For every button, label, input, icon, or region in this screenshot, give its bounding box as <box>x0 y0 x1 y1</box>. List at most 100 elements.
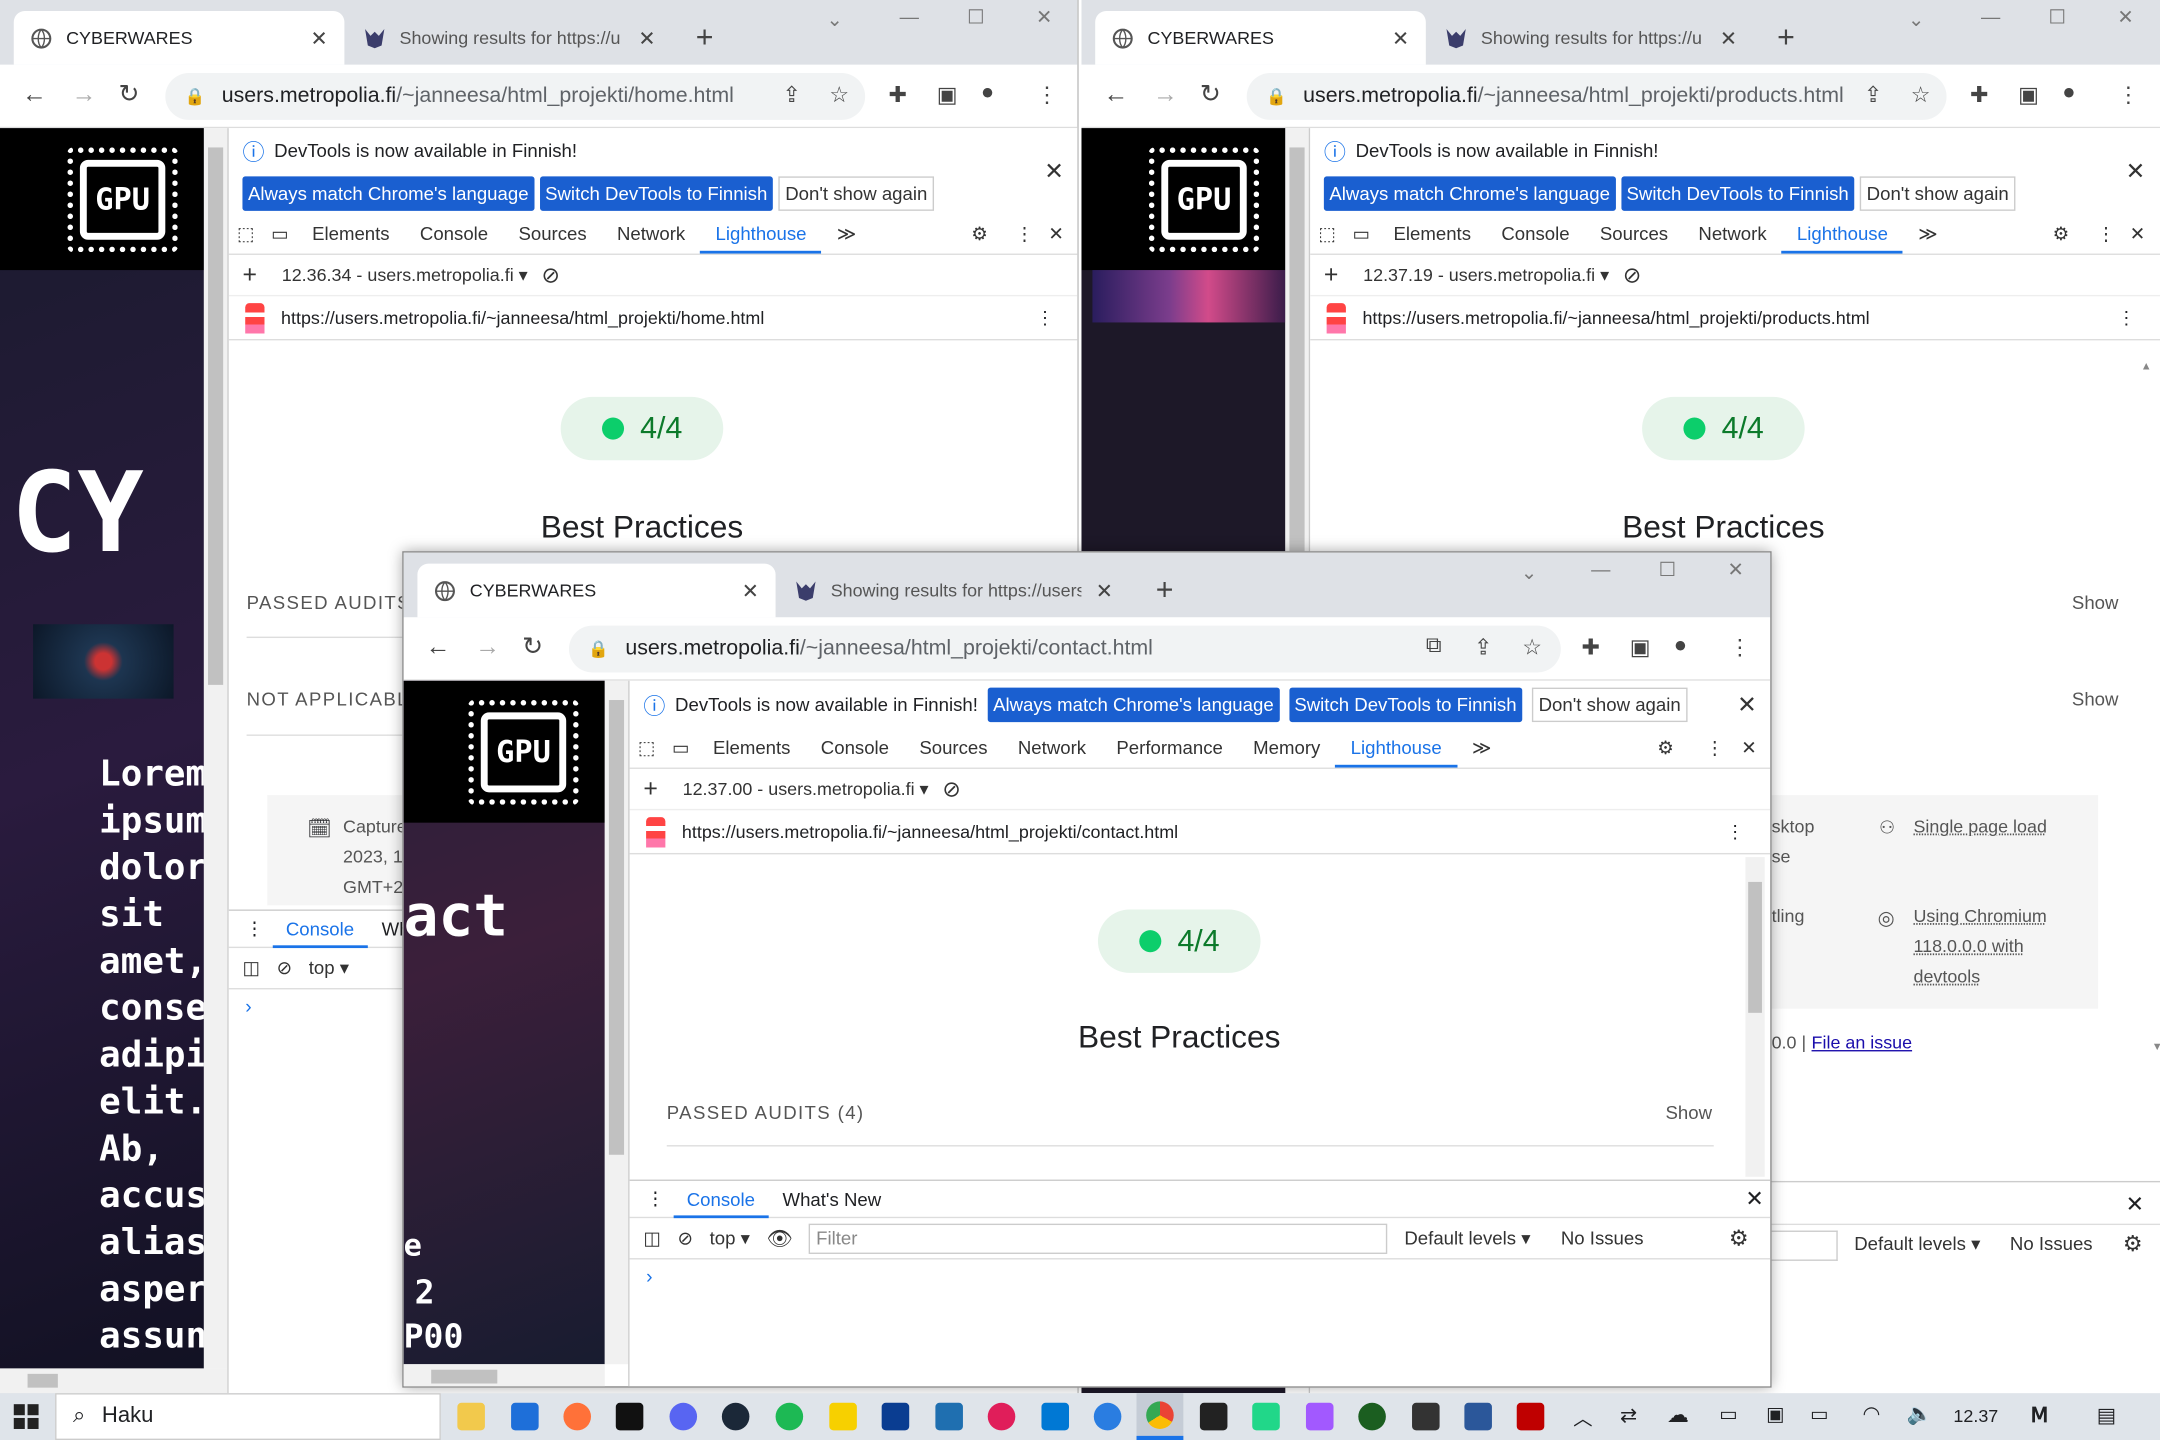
report-scrollbar[interactable]: ▲▼ <box>2141 351 2160 1068</box>
report-select[interactable]: 12.37.00 - users.metropolia.fi ▾ <box>672 778 929 800</box>
tab-console[interactable]: Console <box>1486 223 1585 244</box>
console-settings-icon[interactable]: ⚙ <box>1729 1224 1749 1252</box>
more-tabs-icon[interactable]: ≫ <box>822 223 872 245</box>
side-panel-icon[interactable]: ▣ <box>1630 634 1651 662</box>
forward-button[interactable]: → <box>1153 80 1178 109</box>
steam-icon[interactable] <box>721 1402 750 1431</box>
context-select[interactable]: top ▾ <box>309 957 349 979</box>
tab-elements[interactable]: Elements <box>698 737 806 758</box>
filezilla-icon[interactable] <box>1516 1402 1545 1431</box>
maximize-button[interactable]: ☐ <box>2048 6 2065 29</box>
windows-start-icon[interactable] <box>13 1404 39 1429</box>
bing-icon[interactable] <box>1093 1402 1122 1431</box>
address-bar[interactable]: 🔒 users.metropolia.fi/~janneesa/html_pro… <box>165 73 866 120</box>
close-drawer-icon[interactable]: ✕ <box>1732 1185 1771 1213</box>
reload-button[interactable]: ↻ <box>522 633 543 662</box>
forward-button[interactable]: → <box>475 633 500 662</box>
input-method-icon[interactable]: Ⅿ <box>2031 1403 2049 1427</box>
new-report-icon[interactable]: + <box>1324 260 1338 289</box>
new-tab-button[interactable]: + <box>1156 570 1174 609</box>
profile-avatar[interactable]: ● <box>1674 634 1687 659</box>
hero-thumbnail[interactable] <box>33 624 174 699</box>
passed-audits-header[interactable]: PASSED AUDITS (4) <box>667 1102 865 1123</box>
unity-icon[interactable] <box>1412 1402 1440 1431</box>
volume-icon[interactable]: 🔈 <box>1907 1401 1933 1426</box>
device-toolbar-icon[interactable]: ▭ <box>664 737 698 759</box>
side-panel-icon[interactable]: ▣ <box>2018 81 2039 109</box>
settings-gear-icon[interactable]: ⚙ <box>1642 737 1689 759</box>
forward-button[interactable]: → <box>72 80 97 109</box>
sidebar-toggle-icon[interactable]: ◫ <box>643 1227 661 1249</box>
tab-elements[interactable]: Elements <box>1378 223 1486 244</box>
not-applicable-header[interactable]: NOT APPLICABL <box>247 689 409 710</box>
meet-now-icon[interactable]: ▭ <box>1719 1403 1737 1426</box>
tab-lighthouse[interactable]: Lighthouse <box>1781 214 1904 254</box>
close-tab-icon[interactable]: ✕ <box>1720 25 1737 50</box>
whats-new-tab[interactable]: What's New <box>769 1189 895 1210</box>
clear-console-icon[interactable]: ⊘ <box>677 1227 693 1249</box>
maximize-button[interactable]: ☐ <box>967 6 984 29</box>
discord-icon[interactable] <box>669 1402 698 1431</box>
extensions-icon[interactable]: ✚ <box>1581 634 1599 662</box>
no-issues-button[interactable]: No Issues <box>2010 1233 2093 1254</box>
word-icon[interactable] <box>1464 1402 1492 1431</box>
tab-network[interactable]: Network <box>602 223 701 244</box>
minimize-button[interactable]: — <box>1591 558 1610 580</box>
battery-icon[interactable]: ▭ <box>1810 1403 1828 1426</box>
spotify-icon[interactable] <box>775 1402 804 1431</box>
close-drawer-icon[interactable]: ✕ <box>2126 1191 2144 1219</box>
tray-device-icon[interactable]: ▣ <box>1766 1403 1784 1426</box>
maximize-button[interactable]: ☐ <box>1659 558 1676 581</box>
new-report-icon[interactable]: + <box>643 774 657 803</box>
product-banner-image[interactable] <box>1092 270 1286 323</box>
default-levels-select[interactable]: Default levels ▾ <box>1854 1233 1980 1255</box>
drawer-menu-icon[interactable]: ⋮ <box>229 918 272 940</box>
close-tab-icon[interactable]: ✕ <box>1392 25 1409 50</box>
bookmark-star-icon[interactable]: ☆ <box>1911 81 1931 109</box>
hs-icon[interactable] <box>1358 1402 1386 1431</box>
close-devtools-icon[interactable]: ✕ <box>2115 223 2160 245</box>
close-infobar-icon[interactable]: ✕ <box>1044 158 1064 186</box>
profile-avatar[interactable]: ● <box>981 81 994 106</box>
report-menu-icon[interactable]: ⋮ <box>1036 307 1054 329</box>
sidebar-toggle-icon[interactable]: ◫ <box>242 957 260 979</box>
minimize-button[interactable]: — <box>900 6 919 28</box>
tray-chevron-icon[interactable]: ︿ <box>1573 1404 1592 1432</box>
netflix-icon[interactable] <box>615 1402 644 1431</box>
wifi-icon[interactable]: ◠ <box>1863 1401 1881 1426</box>
horizontal-scrollbar[interactable] <box>403 1364 605 1387</box>
gpu-logo[interactable]: GPU <box>468 700 579 805</box>
figma-icon[interactable] <box>1305 1402 1334 1431</box>
new-report-icon[interactable]: + <box>242 260 256 289</box>
search-box[interactable]: ⌕ Haku <box>55 1393 441 1440</box>
extensions-icon[interactable]: ✚ <box>1970 81 1988 109</box>
site-scrollbar[interactable] <box>604 680 629 1365</box>
tab-sources[interactable]: Sources <box>1585 223 1684 244</box>
tab-cyberwares[interactable]: CYBERWARES ✕ <box>1095 11 1426 65</box>
menu-kebab-icon[interactable]: ⋮ <box>2117 81 2139 109</box>
tab-cyberwares[interactable]: CYBERWARES ✕ <box>417 563 776 618</box>
minimize-button[interactable]: — <box>1981 6 2000 28</box>
menu-kebab-icon[interactable]: ⋮ <box>1036 81 1058 109</box>
inspect-icon[interactable]: ⬚ <box>229 223 263 245</box>
chevron-down-icon[interactable]: ⌄ <box>1908 8 1924 31</box>
inspect-icon[interactable]: ⬚ <box>1310 223 1344 245</box>
security-icon[interactable] <box>881 1402 910 1431</box>
match-language-button[interactable]: Always match Chrome's language <box>242 175 535 211</box>
switch-finnish-button[interactable]: Switch DevTools to Finnish <box>1621 175 1855 211</box>
side-panel-icon[interactable]: ▣ <box>937 81 958 109</box>
clear-reports-icon[interactable]: ⊘ <box>942 775 960 803</box>
slack-icon[interactable] <box>987 1402 1016 1431</box>
more-tabs-icon[interactable]: ≫ <box>1457 737 1507 759</box>
bookmark-star-icon[interactable]: ☆ <box>1522 634 1542 662</box>
console-tab[interactable]: Console <box>672 1180 769 1218</box>
show-not-applicable-button[interactable]: Show <box>2072 689 2119 710</box>
share-icon[interactable]: ⇪ <box>782 81 800 109</box>
clock[interactable]: 12.37 <box>1953 1406 1998 1427</box>
file-issue-link[interactable]: File an issue <box>1812 1032 1913 1053</box>
clear-console-icon[interactable]: ⊘ <box>277 957 293 979</box>
tab-lighthouse[interactable]: Lighthouse <box>1335 728 1457 768</box>
console-prompt-icon[interactable]: › <box>630 1259 1771 1292</box>
report-select[interactable]: 12.37.19 - users.metropolia.fi ▾ <box>1352 264 1609 286</box>
sticky-notes-icon[interactable] <box>829 1402 857 1431</box>
